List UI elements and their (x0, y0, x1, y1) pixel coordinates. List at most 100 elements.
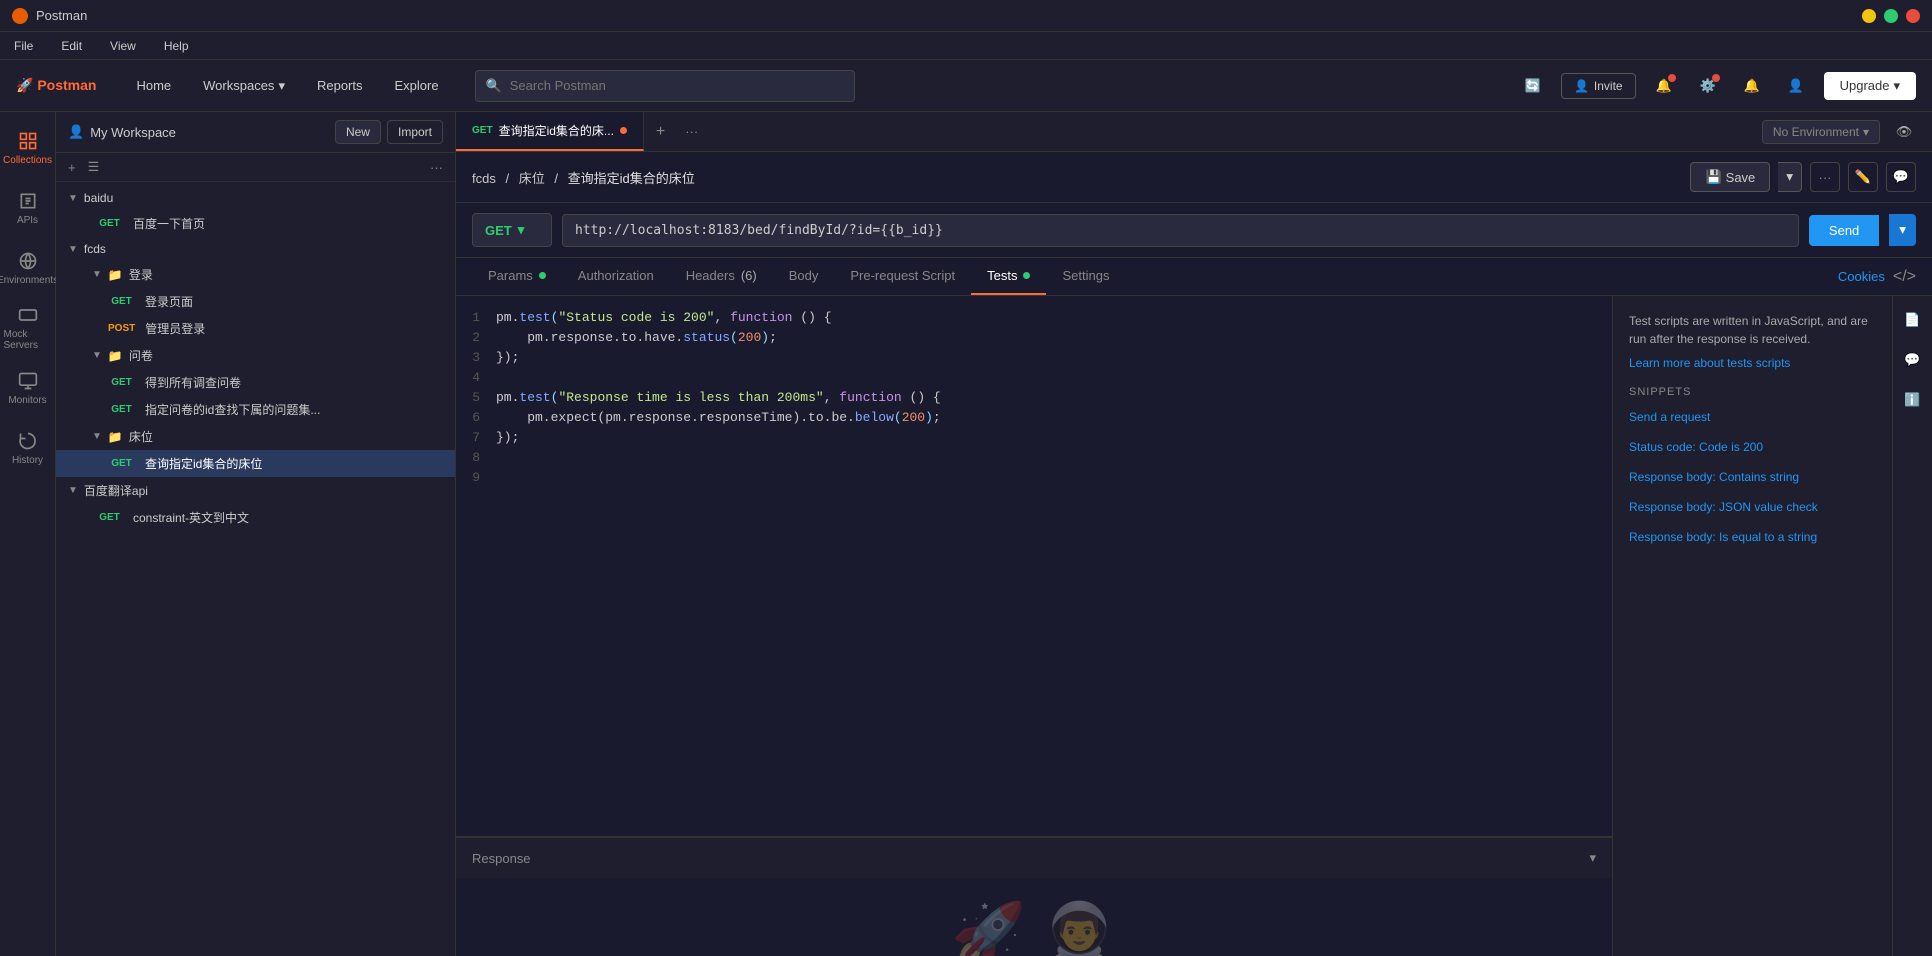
tab-body[interactable]: Body (773, 258, 835, 295)
snippet-response-body-contains[interactable]: Response body: Contains string (1629, 466, 1876, 488)
sidebar-item-apis[interactable]: APIs (4, 180, 52, 236)
request-login-page[interactable]: GET 登录页面 (56, 288, 455, 315)
menu-edit[interactable]: Edit (55, 37, 88, 55)
settings-icon-button[interactable]: ⚙️ (1692, 70, 1724, 102)
request-get-questionnaire-by-id[interactable]: GET 指定问卷的id查找下属的问题集... (56, 396, 455, 423)
send-dropdown-button[interactable]: ▾ (1889, 214, 1916, 246)
active-request-tab[interactable]: GET 查询指定id集合的床... (456, 112, 644, 151)
maximize-button[interactable] (1884, 9, 1898, 23)
snippet-response-body-equal[interactable]: Response body: Is equal to a string (1629, 526, 1876, 548)
add-tab-button[interactable]: + (644, 123, 677, 141)
tab-pre-request[interactable]: Pre-request Script (834, 258, 971, 295)
comment-icon-button[interactable]: 💬 (1886, 162, 1916, 192)
invite-button[interactable]: 👤 Invite (1561, 73, 1636, 99)
tab-bar: GET 查询指定id集合的床... + ··· No Environment ▾… (456, 112, 1932, 152)
request-baidu-homepage[interactable]: GET 百度一下首页 (56, 210, 455, 237)
menu-help[interactable]: Help (158, 37, 195, 55)
collection-baidu[interactable]: ▼ baidu (56, 186, 455, 210)
get-method-badge: GET (92, 217, 127, 230)
login-folder-chevron-icon: ▼ (92, 269, 102, 280)
apis-icon (18, 191, 38, 211)
search-bar[interactable]: 🔍 (475, 70, 855, 102)
menu-view[interactable]: View (104, 37, 142, 55)
upgrade-chevron-icon: ▾ (1893, 78, 1900, 94)
collections-toolbar: + ☰ ··· (56, 153, 455, 182)
response-body: 🚀 👨‍🚀 (456, 878, 1612, 956)
request-label: 得到所有调查问卷 (145, 374, 241, 391)
menu-file[interactable]: File (8, 37, 39, 55)
response-chevron-icon[interactable]: ▾ (1589, 850, 1596, 866)
filter-icon[interactable]: ☰ (88, 159, 100, 175)
code-icon-button[interactable]: </> (1893, 268, 1916, 286)
close-button[interactable] (1906, 9, 1920, 23)
nav-home[interactable]: Home (120, 70, 187, 101)
mock-servers-label: Mock Servers (4, 329, 52, 351)
collection-baidu-translate[interactable]: ▼ 百度翻译api (56, 477, 455, 504)
send-button[interactable]: Send (1809, 215, 1879, 246)
url-input[interactable] (562, 214, 1799, 247)
code-line-7: 7 }); (456, 428, 1612, 448)
snippet-send-request[interactable]: Send a request (1629, 406, 1876, 428)
sidebar-item-environments[interactable]: Environments (4, 240, 52, 296)
url-bar: GET ▾ Send ▾ (456, 203, 1932, 258)
request-get-questionnaires[interactable]: GET 得到所有调查问卷 (56, 369, 455, 396)
save-dropdown-button[interactable]: ▾ (1778, 162, 1802, 192)
nav-workspaces[interactable]: Workspaces ▾ (187, 70, 301, 102)
tab-params[interactable]: Params (472, 258, 562, 295)
add-collection-icon[interactable]: + (68, 160, 76, 175)
request-get-bed-by-id[interactable]: GET 查询指定id集合的床位 (56, 450, 455, 477)
code-editor[interactable]: 1 pm.test("Status code is 200", function… (456, 296, 1612, 836)
navbar-right: 🔄 👤 Invite 🔔 ⚙️ 🔔 👤 Upgrade ▾ (1517, 70, 1916, 102)
sidebar-item-history[interactable]: History (4, 420, 52, 476)
app-logo: 🚀 Postman (16, 77, 96, 94)
code-line-8: 8 (456, 448, 1612, 468)
sync-icon-button[interactable]: 🔄 (1517, 70, 1549, 102)
save-button[interactable]: 💾 Save (1690, 162, 1770, 192)
request-constraint-translate[interactable]: GET constraint-英文到中文 (56, 504, 455, 531)
method-select[interactable]: GET ▾ (472, 213, 552, 247)
sidebar-item-monitors[interactable]: Monitors (4, 360, 52, 416)
tab-authorization[interactable]: Authorization (562, 258, 670, 295)
edit-icon-button[interactable]: ✏️ (1848, 162, 1878, 192)
import-button[interactable]: Import (387, 120, 443, 144)
environment-selector[interactable]: No Environment ▾ (1762, 120, 1880, 144)
cookies-link[interactable]: Cookies (1838, 269, 1885, 284)
nav-explore[interactable]: Explore (379, 70, 455, 101)
document-icon-button[interactable]: 📄 (1897, 304, 1929, 336)
nav-reports[interactable]: Reports (301, 70, 379, 101)
request-admin-login[interactable]: POST 管理员登录 (56, 315, 455, 342)
snippets-title: SNIPPETS (1629, 386, 1876, 398)
bell-icon-button[interactable]: 🔔 (1736, 70, 1768, 102)
more-options-icon[interactable]: ··· (430, 160, 443, 175)
sidebar-item-collections[interactable]: Collections (4, 120, 52, 176)
tab-more-button[interactable]: ··· (677, 124, 706, 139)
folder-login[interactable]: ▼ 📁 登录 (56, 261, 455, 288)
sidebar-item-mock-servers[interactable]: Mock Servers (4, 300, 52, 356)
search-input[interactable] (510, 78, 844, 93)
more-options-button[interactable]: ··· (1810, 162, 1840, 192)
learn-more-link[interactable]: Learn more about tests scripts (1629, 356, 1876, 370)
response-area: Response ▾ (456, 837, 1612, 878)
upgrade-button[interactable]: Upgrade ▾ (1824, 72, 1916, 100)
app-title: Postman (36, 8, 87, 23)
tab-tests[interactable]: Tests (971, 258, 1046, 295)
new-button[interactable]: New (335, 120, 381, 144)
info-icon-button[interactable]: ℹ️ (1897, 384, 1929, 416)
collection-fcds[interactable]: ▼ fcds (56, 237, 455, 261)
snippet-status-code-200[interactable]: Status code: Code is 200 (1629, 436, 1876, 458)
user-icon: 👤 (68, 124, 84, 140)
tab-settings[interactable]: Settings (1046, 258, 1125, 295)
tab-headers[interactable]: Headers (6) (670, 258, 773, 295)
folder-bed[interactable]: ▼ 📁 床位 (56, 423, 455, 450)
snippet-response-body-json[interactable]: Response body: JSON value check (1629, 496, 1876, 518)
collections-label: Collections (3, 155, 52, 166)
tests-dot (1023, 272, 1030, 279)
eye-icon-button[interactable]: 👁 (1888, 116, 1920, 148)
folder-questionnaire[interactable]: ▼ 📁 问卷 (56, 342, 455, 369)
avatar-button[interactable]: 👤 (1780, 70, 1812, 102)
notifications-icon-button[interactable]: 🔔 (1648, 70, 1680, 102)
questionnaire-chevron-icon: ▼ (92, 350, 102, 361)
minimize-button[interactable] (1862, 9, 1876, 23)
comment-icon-button-right[interactable]: 💬 (1897, 344, 1929, 376)
request-label: constraint-英文到中文 (133, 509, 249, 526)
